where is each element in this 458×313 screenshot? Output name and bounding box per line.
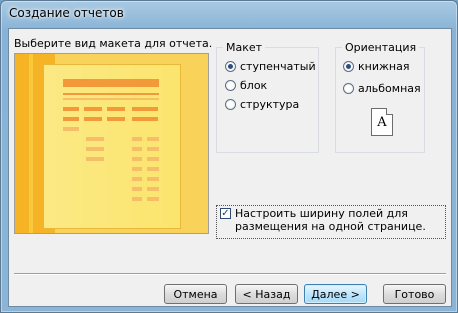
- portrait-page-icon: A: [371, 108, 393, 136]
- radio-outline-label: структура: [240, 97, 300, 111]
- preview-row: [84, 107, 102, 111]
- orientation-group-title: Ориентация: [342, 41, 420, 54]
- preview-row: [86, 137, 104, 141]
- cancel-button[interactable]: Отмена: [164, 284, 227, 304]
- radio-circle[interactable]: [225, 79, 236, 91]
- preview-row: [147, 197, 159, 201]
- preview-row: [147, 137, 159, 141]
- title-bar[interactable]: Создание отчетов: [1, 1, 457, 27]
- radio-landscape-label: альбомная: [358, 81, 421, 95]
- preview-row: [132, 137, 142, 141]
- preview-row: [147, 187, 159, 191]
- preview-row: [63, 127, 79, 131]
- fit-fields-option[interactable]: ✓ Настроить ширину полей для размещения …: [216, 205, 446, 239]
- fit-fields-checkbox[interactable]: ✓: [220, 208, 231, 219]
- preview-row: [63, 107, 79, 111]
- finish-button[interactable]: Готово: [383, 284, 446, 304]
- preview-row: [107, 117, 125, 121]
- window-title: Создание отчетов: [9, 6, 124, 20]
- preview-row: [132, 157, 142, 161]
- preview-row: [86, 147, 104, 151]
- preview-heading-row: [63, 98, 159, 100]
- report-wizard-window: Создание отчетов Выберите вид макета для…: [0, 0, 458, 313]
- back-button[interactable]: < Назад: [235, 284, 298, 304]
- radio-block-label: блок: [240, 78, 268, 92]
- radio-block[interactable]: блок: [225, 77, 267, 93]
- preview-row: [132, 107, 158, 111]
- preview-row: [132, 167, 142, 171]
- button-separator: [14, 273, 446, 275]
- radio-landscape[interactable]: альбомная: [343, 80, 421, 96]
- next-button[interactable]: Далее >: [304, 284, 367, 304]
- preview-row: [84, 117, 102, 121]
- layout-group: Макет ступенчатый блок структура: [216, 41, 319, 153]
- preview-header-line: [63, 93, 159, 95]
- preview-row: [132, 177, 142, 181]
- radio-circle-selected[interactable]: [343, 60, 354, 72]
- radio-stepped-label: ступенчатый: [240, 59, 316, 73]
- preview-row: [107, 107, 125, 111]
- preview-title-bar: [63, 79, 159, 87]
- fit-fields-label: Настроить ширину полей для размещения на…: [235, 207, 426, 233]
- preview-row: [132, 187, 142, 191]
- radio-circle-selected[interactable]: [225, 60, 236, 72]
- layout-group-title: Макет: [223, 41, 266, 54]
- instruction-text: Выберите вид макета для отчета.: [14, 37, 213, 50]
- preview-row: [132, 197, 142, 201]
- preview-row: [147, 167, 159, 171]
- preview-row: [132, 147, 142, 151]
- preview-paper: [43, 64, 181, 229]
- preview-row: [63, 117, 79, 121]
- radio-circle[interactable]: [225, 98, 236, 110]
- preview-row: [147, 147, 159, 151]
- layout-preview-image: [14, 53, 209, 234]
- radio-portrait-label: книжная: [358, 59, 410, 73]
- preview-row: [132, 117, 158, 121]
- dialog-body: Выберите вид макета для отчета. Макет ст…: [8, 28, 452, 307]
- radio-circle[interactable]: [343, 82, 354, 94]
- preview-row: [147, 177, 159, 181]
- preview-row: [86, 157, 104, 161]
- preview-row: [147, 157, 159, 161]
- radio-portrait[interactable]: книжная: [343, 58, 409, 74]
- orientation-group: Ориентация книжная альбомная A: [335, 41, 425, 153]
- radio-outline[interactable]: структура: [225, 96, 299, 112]
- radio-stepped[interactable]: ступенчатый: [225, 58, 316, 74]
